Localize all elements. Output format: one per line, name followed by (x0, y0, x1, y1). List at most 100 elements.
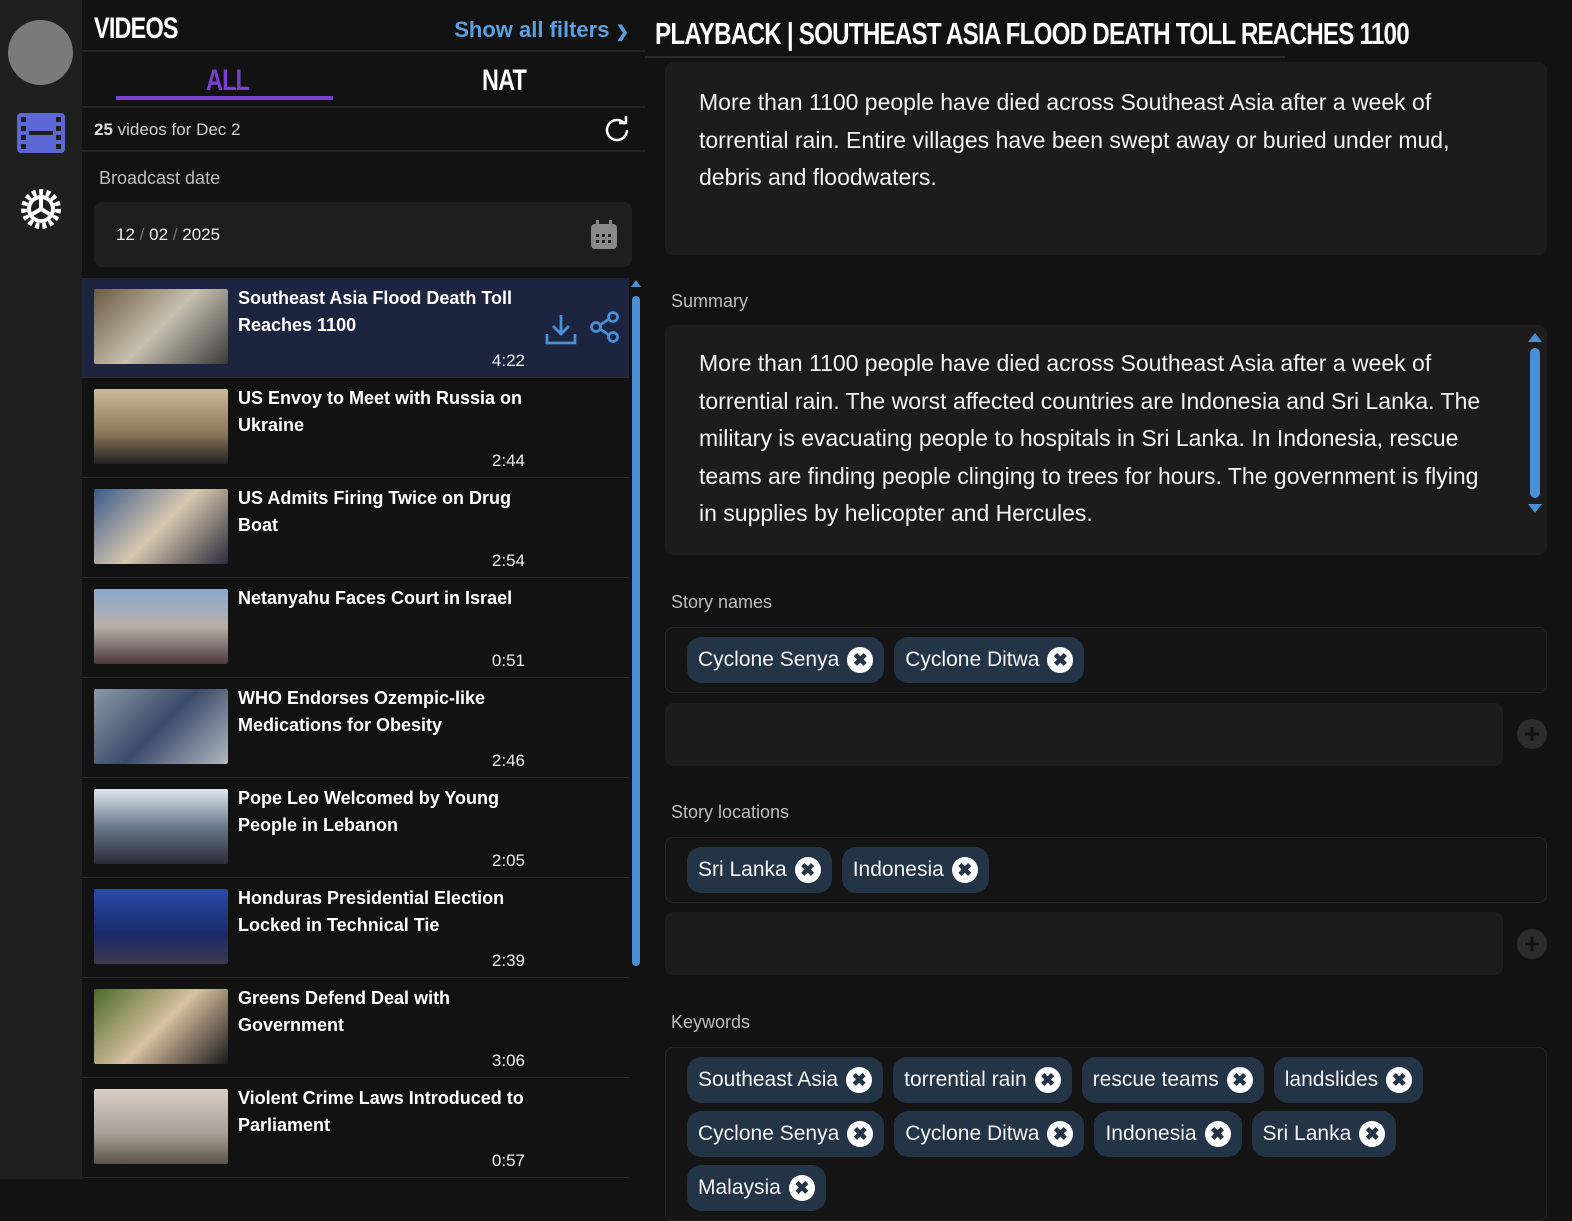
share-icon[interactable] (588, 310, 622, 344)
video-list-item[interactable]: US Envoy to Meet with Russia on Ukraine … (82, 378, 629, 478)
story-names-chips: Cyclone Senya ✖ Cyclone Ditwa ✖ (665, 627, 1547, 693)
settings-icon[interactable] (16, 187, 66, 231)
add-story-location-button[interactable]: + (1517, 928, 1547, 959)
video-list-item[interactable]: Southeast Asia Flood Death Toll Reaches … (82, 278, 629, 378)
remove-tag-icon[interactable]: ✖ (846, 1067, 873, 1093)
remove-tag-icon[interactable]: ✖ (1226, 1067, 1253, 1093)
story-name-input[interactable] (665, 703, 1503, 766)
tag-chip: Indonesia ✖ (841, 847, 989, 893)
tag-chip: Cyclone Ditwa ✖ (894, 1111, 1085, 1157)
video-duration: 4:22 (491, 351, 525, 370)
story-locations-chips: Sri Lanka ✖ Indonesia ✖ (665, 837, 1547, 903)
tag-label: Cyclone Senya (698, 648, 840, 671)
video-title: Southeast Asia Flood Death Toll Reaches … (238, 288, 513, 335)
video-title: Pope Leo Welcomed by Young People in Leb… (238, 788, 500, 835)
video-list-item[interactable]: US Admits Firing Twice on Drug Boat 2:54 (82, 478, 629, 578)
date-day[interactable]: 02 (149, 225, 168, 244)
video-duration: 2:54 (491, 551, 525, 570)
remove-tag-icon[interactable]: ✖ (1034, 1067, 1061, 1093)
video-list-item[interactable]: Netanyahu Faces Court in Israel 0:51 (82, 578, 629, 678)
avatar[interactable] (8, 20, 73, 85)
tag-label: Sri Lanka (1262, 1122, 1352, 1145)
title-separator: | (786, 16, 794, 51)
tag-label: Indonesia (852, 858, 944, 881)
remove-tag-icon[interactable]: ✖ (1047, 1121, 1074, 1147)
video-list-panel: Videos Show all filters ❯ ALL NAT 25 vid… (82, 0, 645, 1179)
story-locations-label: Story locations (671, 802, 790, 822)
remove-tag-icon[interactable]: ✖ (951, 857, 978, 883)
refresh-icon[interactable] (603, 116, 631, 144)
remove-tag-icon[interactable]: ✖ (1047, 647, 1074, 673)
story-names-label: Story names (671, 592, 773, 612)
remove-tag-icon[interactable]: ✖ (847, 1121, 874, 1147)
video-list-item[interactable]: Violent Crime Laws Introduced to Parliam… (82, 1078, 629, 1178)
summary-scrollbar[interactable] (1528, 333, 1542, 528)
video-title: US Admits Firing Twice on Drug Boat (238, 488, 512, 535)
tag-label: torrential rain (904, 1068, 1027, 1091)
video-duration: 2:05 (491, 851, 525, 870)
keywords-label: Keywords (671, 1012, 751, 1032)
video-title: WHO Endorses Ozempic-like Medications fo… (238, 688, 486, 735)
date-sep: / (172, 225, 178, 244)
video-title: Violent Crime Laws Introduced to Parliam… (238, 1088, 524, 1135)
video-thumbnail (94, 989, 228, 1064)
video-thumbnail (94, 589, 228, 664)
tag-label: Sri Lanka (698, 858, 787, 881)
videos-heading: Videos (94, 12, 179, 45)
tag-chip: Indonesia ✖ (1094, 1111, 1242, 1157)
tag-label: Malaysia (698, 1176, 781, 1199)
broadcast-date-label: Broadcast date (99, 168, 221, 188)
remove-tag-icon[interactable]: ✖ (1359, 1121, 1386, 1147)
tag-label: Cyclone Ditwa (905, 648, 1040, 671)
video-duration: 0:51 (491, 651, 525, 670)
video-thumbnail (94, 389, 228, 464)
show-filters-button[interactable]: Show all filters ❯ (454, 17, 629, 43)
tag-label: landslides (1284, 1068, 1379, 1091)
video-list-item[interactable]: Greens Defend Deal with Government 3:06 (82, 978, 629, 1078)
date-year[interactable]: 2025 (182, 225, 220, 244)
show-filters-label: Show all filters (454, 17, 610, 42)
film-icon[interactable] (16, 111, 66, 155)
tag-chip: Cyclone Senya ✖ (687, 637, 885, 683)
calendar-icon[interactable] (590, 220, 618, 250)
date-month[interactable]: 12 (116, 225, 135, 244)
description-textarea[interactable]: More than 1100 people have died across S… (665, 62, 1547, 255)
playback-prefix: Playback (655, 16, 782, 51)
tag-chip: Sri Lanka ✖ (687, 847, 832, 893)
chevron-down-icon: ❯ (615, 24, 629, 41)
remove-tag-icon[interactable]: ✖ (1386, 1067, 1413, 1093)
video-list-item[interactable]: WHO Endorses Ozempic-like Medications fo… (82, 678, 629, 778)
video-thumbnail (94, 689, 228, 764)
video-title: Honduras Presidential Election Locked in… (238, 888, 505, 935)
video-title: Greens Defend Deal with Government (238, 988, 451, 1035)
video-duration: 2:39 (491, 951, 525, 970)
video-list-scrollbar[interactable] (631, 280, 641, 970)
add-story-name-button[interactable]: + (1517, 718, 1547, 749)
story-location-input[interactable] (665, 912, 1503, 975)
remove-tag-icon[interactable]: ✖ (847, 647, 874, 673)
date-sep: / (139, 225, 145, 244)
download-icon[interactable] (544, 312, 578, 346)
tag-chip: Sri Lanka ✖ (1251, 1111, 1397, 1157)
video-list-item[interactable]: Pope Leo Welcomed by Young People in Leb… (82, 778, 629, 878)
tab-all[interactable]: ALL (206, 64, 250, 98)
summary-label: Summary (671, 291, 749, 311)
tag-chip: Southeast Asia ✖ (687, 1057, 884, 1103)
remove-tag-icon[interactable]: ✖ (1204, 1121, 1231, 1147)
broadcast-date-input[interactable]: 12 / 02 / 2025 (94, 202, 632, 267)
count-number: 25 (94, 120, 113, 139)
remove-tag-icon[interactable]: ✖ (794, 857, 821, 883)
video-items: Southeast Asia Flood Death Toll Reaches … (82, 278, 629, 1178)
keywords-chips: Southeast Asia ✖ torrential rain ✖ rescue te… (665, 1047, 1547, 1221)
active-tab-indicator (116, 96, 333, 100)
video-duration: 3:06 (491, 1051, 525, 1070)
video-thumbnail (94, 789, 228, 864)
video-thumbnail (94, 489, 228, 564)
tag-chip: rescue teams ✖ (1081, 1057, 1264, 1103)
tag-label: Indonesia (1105, 1122, 1197, 1145)
tag-chip: Cyclone Senya ✖ (687, 1111, 885, 1157)
tag-label: Cyclone Ditwa (905, 1122, 1040, 1145)
summary-textarea[interactable]: More than 1100 people have died across S… (665, 325, 1547, 555)
video-list-item[interactable]: Honduras Presidential Election Locked in… (82, 878, 629, 978)
tab-nat[interactable]: NAT (482, 64, 527, 98)
